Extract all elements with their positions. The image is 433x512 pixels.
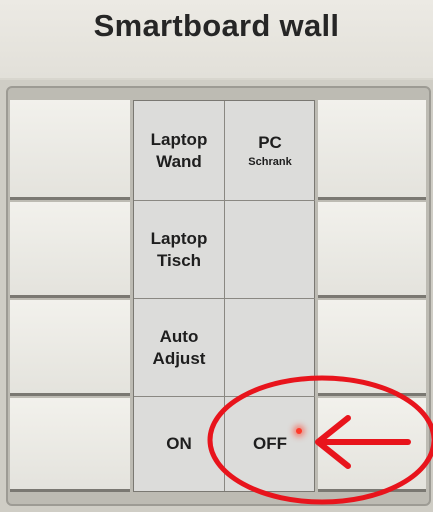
annotation-overlay [207, 375, 433, 505]
